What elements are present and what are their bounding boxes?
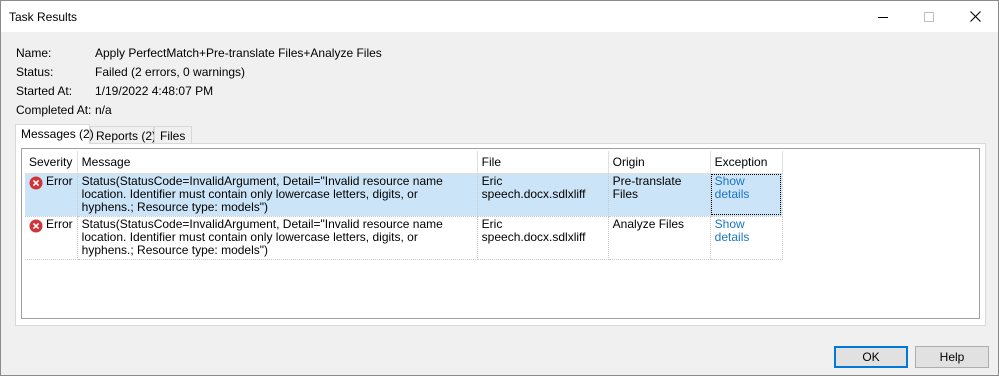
status-label: Status: xyxy=(16,65,54,79)
severity-cell: Error xyxy=(25,216,78,260)
window-title: Task Results xyxy=(9,10,78,24)
tab-messages[interactable]: Messages (2) xyxy=(15,124,94,144)
column-header-exception[interactable]: Exception xyxy=(710,151,783,174)
name-value: Apply PerfectMatch+Pre-translate Files+A… xyxy=(95,46,382,60)
messages-table: Severity Message File Origin Exception E… xyxy=(25,151,783,260)
error-icon xyxy=(29,219,43,232)
status-value: Failed (2 errors, 0 warnings) xyxy=(95,65,246,79)
origin-cell: Pre-translate Files xyxy=(608,173,711,217)
tab-files[interactable]: Files xyxy=(154,126,192,144)
title-bar: Task Results xyxy=(1,1,998,32)
help-button[interactable]: Help xyxy=(915,346,989,368)
minimize-button[interactable] xyxy=(860,1,906,32)
started-value: 1/19/2022 4:48:07 PM xyxy=(95,84,214,98)
tab-reports[interactable]: Reports (2) xyxy=(90,126,156,144)
column-header-file[interactable]: File xyxy=(477,151,609,174)
message-cell: Status(StatusCode=InvalidArgument, Detai… xyxy=(77,216,478,260)
exception-cell: Show details xyxy=(710,216,783,260)
name-label: Name: xyxy=(16,46,52,60)
completed-label: Completed At: xyxy=(16,103,92,117)
started-label: Started At: xyxy=(16,84,73,98)
severity-text: Error xyxy=(46,216,73,231)
severity-cell: Error xyxy=(25,173,78,217)
table-row[interactable]: Error Status(StatusCode=InvalidArgument,… xyxy=(25,216,783,260)
task-results-dialog: Task Results Name: Apply PerfectMatch+Pr… xyxy=(0,0,999,376)
severity-text: Error xyxy=(46,173,73,188)
exception-cell: Show details xyxy=(710,173,783,217)
origin-cell: Analyze Files xyxy=(608,216,711,260)
error-icon xyxy=(29,176,43,189)
column-header-message[interactable]: Message xyxy=(77,151,478,174)
completed-value: n/a xyxy=(95,103,112,117)
column-header-severity[interactable]: Severity xyxy=(25,151,78,174)
ok-button[interactable]: OK xyxy=(834,346,908,368)
close-button[interactable] xyxy=(952,1,998,32)
minimize-icon xyxy=(878,16,888,18)
file-cell: Eric speech.docx.sdlxliff xyxy=(477,173,609,217)
header-row: Severity Message File Origin Exception xyxy=(25,151,783,174)
column-header-origin[interactable]: Origin xyxy=(608,151,711,174)
table-row[interactable]: Error Status(StatusCode=InvalidArgument,… xyxy=(25,173,783,217)
messages-panel: Severity Message File Origin Exception E… xyxy=(15,143,986,326)
message-cell: Status(StatusCode=InvalidArgument, Detai… xyxy=(77,173,478,217)
maximize-button[interactable] xyxy=(906,1,952,32)
maximize-icon xyxy=(924,11,934,22)
show-details-link[interactable]: Show details xyxy=(715,174,750,201)
close-icon xyxy=(969,11,981,22)
file-cell: Eric speech.docx.sdlxliff xyxy=(477,216,609,260)
messages-grid[interactable]: Severity Message File Origin Exception E… xyxy=(21,148,980,319)
show-details-link[interactable]: Show details xyxy=(715,217,750,244)
